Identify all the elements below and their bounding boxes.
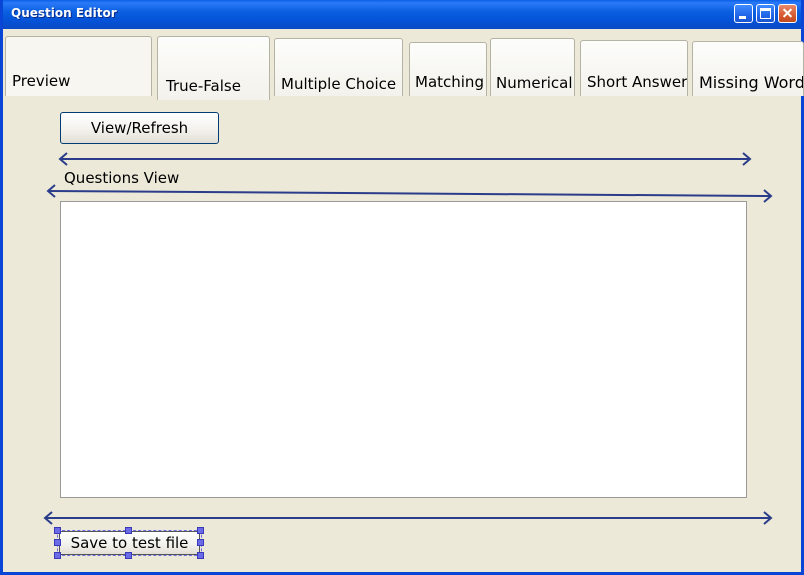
- resize-handle-bottom-left[interactable]: [54, 552, 61, 559]
- questions-view-label: Questions View: [64, 169, 180, 187]
- tab-label: Preview: [12, 72, 71, 90]
- resize-handle-top-left[interactable]: [54, 527, 61, 534]
- resize-handle-middle-right[interactable]: [197, 539, 204, 546]
- resize-handle-middle-left[interactable]: [54, 539, 61, 546]
- resize-handle-bottom-middle[interactable]: [125, 552, 132, 559]
- double-arrow-icon: [46, 184, 773, 203]
- question-editor-window: Question Editor Preview True-False Multi…: [0, 0, 804, 575]
- double-arrow-icon: [58, 152, 752, 166]
- resize-handle-top-right[interactable]: [197, 527, 204, 534]
- resize-handle-top-middle[interactable]: [125, 527, 132, 534]
- questions-view-textarea[interactable]: [60, 201, 747, 498]
- double-arrow-icon: [43, 511, 773, 525]
- resize-handle-bottom-right[interactable]: [197, 552, 204, 559]
- tab-preview[interactable]: Preview: [5, 36, 152, 96]
